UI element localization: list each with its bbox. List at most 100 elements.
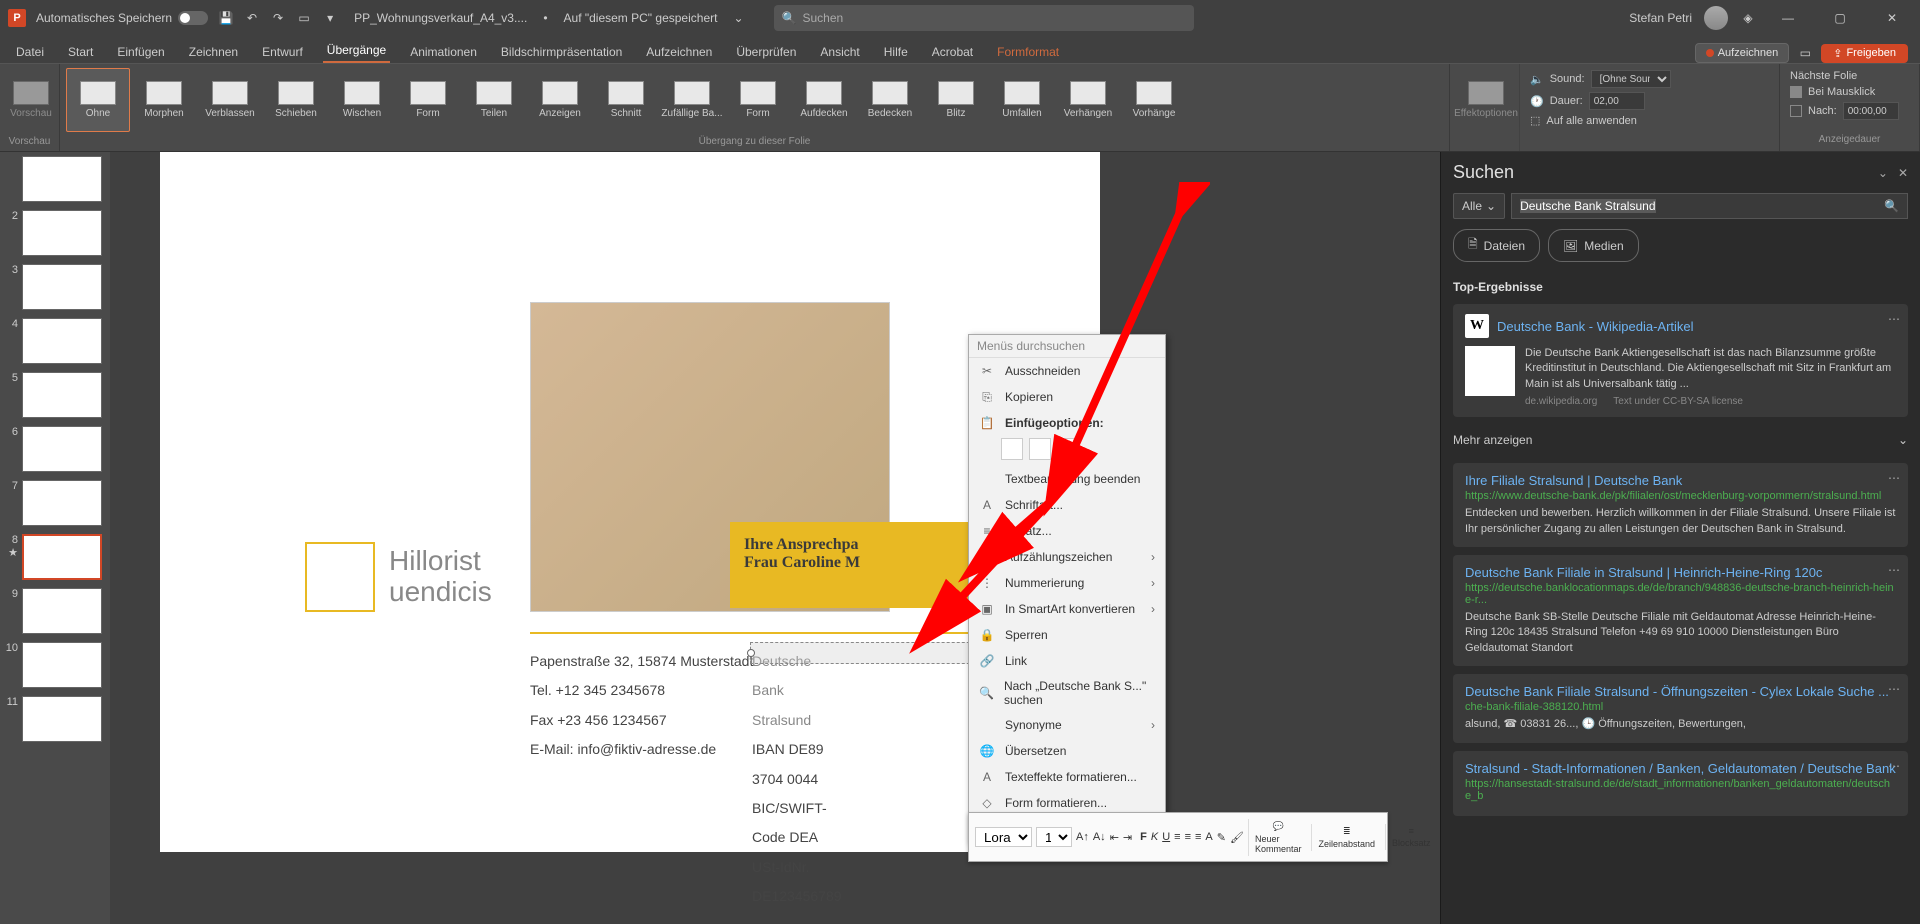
selected-textbox-handles[interactable] (750, 642, 990, 664)
nach-row[interactable]: Nach: (1790, 102, 1909, 120)
font-size-select[interactable]: 11 (1036, 827, 1072, 847)
share-button[interactable]: ⇪Freigeben (1821, 44, 1908, 63)
redo-icon[interactable]: ↷ (270, 10, 286, 26)
slide-thumb-10[interactable] (22, 642, 102, 688)
mehr-anzeigen-button[interactable]: Mehr anzeigen ⌄ (1453, 427, 1908, 453)
transition-ohne[interactable]: Ohne (66, 68, 130, 132)
slide-thumb-9[interactable] (22, 588, 102, 634)
tab-aufzeichnen[interactable]: Aufzeichnen (642, 41, 716, 63)
transition-aufdecken[interactable]: Aufdecken (792, 68, 856, 132)
decrease-font-icon[interactable]: A↓ (1093, 828, 1106, 846)
toggle-switch[interactable] (178, 11, 208, 25)
slide-thumb-4[interactable] (22, 318, 102, 364)
alle-anwenden-row[interactable]: ⬚ Auf alle anwenden (1530, 114, 1769, 127)
tab-entwurf[interactable]: Entwurf (258, 41, 307, 63)
search-icon[interactable]: 🔍 (1884, 199, 1899, 213)
blocksatz-button[interactable]: ≡Blocksatz (1385, 824, 1437, 850)
present-mode-icon[interactable]: ▭ (1797, 45, 1813, 61)
transition-form[interactable]: Form (396, 68, 460, 132)
transition-zufaellige[interactable]: Zufällige Ba... (660, 68, 724, 132)
global-search-box[interactable]: 🔍 Suchen (774, 5, 1194, 31)
slide-thumb-1[interactable] (22, 156, 102, 202)
ctx-uebersetzen[interactable]: 🌐Übersetzen (969, 738, 1165, 764)
format-painter-icon[interactable]: 🖌 (1230, 828, 1244, 846)
ctx-schriftart[interactable]: ASchriftart... (969, 492, 1165, 518)
mausklick-row[interactable]: Bei Mausklick (1790, 86, 1909, 98)
italic-icon[interactable]: K (1151, 828, 1158, 846)
ctx-kopieren[interactable]: ⎘Kopieren (969, 384, 1165, 410)
pill-dateien[interactable]: 🗎Dateien (1453, 229, 1540, 262)
align-right-icon[interactable]: ≡ (1195, 828, 1201, 846)
transition-verblassen[interactable]: Verblassen (198, 68, 262, 132)
tab-formformat[interactable]: Formformat (993, 41, 1063, 63)
slide-thumb-5[interactable] (22, 372, 102, 418)
search-result-2[interactable]: ⋯ Deutsche Bank Filiale Stralsund - Öffn… (1453, 674, 1908, 742)
transition-anzeigen[interactable]: Anzeigen (528, 68, 592, 132)
decrease-indent-icon[interactable]: ⇤ (1110, 828, 1119, 846)
slide-thumb-11[interactable] (22, 696, 102, 742)
minimize-button[interactable]: — (1768, 3, 1808, 33)
highlight-icon[interactable]: ✎ (1217, 828, 1226, 846)
ctx-suchen[interactable]: 🔍Nach „Deutsche Bank S..." suchen (969, 674, 1165, 712)
slide-thumb-2[interactable] (22, 210, 102, 256)
transition-teilen[interactable]: Teilen (462, 68, 526, 132)
font-color-icon[interactable]: A (1205, 828, 1212, 846)
search-filter-dropdown[interactable]: Alle ⌄ (1453, 193, 1505, 219)
ctx-ausschneiden[interactable]: ✂Ausschneiden (969, 358, 1165, 384)
tab-start[interactable]: Start (64, 41, 97, 63)
paste-option-1[interactable] (1001, 438, 1023, 460)
paste-option-3[interactable] (1057, 438, 1079, 460)
more-icon[interactable]: ⋯ (1888, 759, 1900, 773)
neuer-kommentar-button[interactable]: 💬Neuer Kommentar (1248, 819, 1308, 856)
ctx-search-box[interactable]: Menüs durchsuchen (969, 335, 1165, 358)
paste-option-2[interactable] (1029, 438, 1051, 460)
pill-medien[interactable]: 🖼Medien (1548, 229, 1639, 262)
sound-select[interactable]: [Ohne Sound] (1591, 70, 1671, 88)
transition-bedecken[interactable]: Bedecken (858, 68, 922, 132)
ctx-aufzaehlung[interactable]: ⋮Aufzählungszeichen (969, 544, 1165, 570)
transition-schieben[interactable]: Schieben (264, 68, 328, 132)
slide-thumbnails[interactable]: 2 3 4 5 6 7 8★ 9 10 11 (0, 152, 110, 924)
save-icon[interactable]: 💾 (218, 10, 234, 26)
diamond-icon[interactable]: ◈ (1740, 10, 1756, 26)
mausklick-checkbox[interactable] (1790, 86, 1802, 98)
transition-vorhaenge[interactable]: Vorhänge (1122, 68, 1186, 132)
tab-uebergaenge[interactable]: Übergänge (323, 39, 390, 63)
chevron-down-icon[interactable]: ⌄ (733, 11, 743, 25)
nach-input[interactable] (1843, 102, 1899, 120)
increase-indent-icon[interactable]: ⇥ (1123, 828, 1132, 846)
close-icon[interactable]: ✕ (1898, 166, 1908, 180)
transition-verhaengen[interactable]: Verhängen (1056, 68, 1120, 132)
user-avatar[interactable] (1704, 6, 1728, 30)
more-icon[interactable]: ⋯ (1888, 563, 1900, 577)
tab-zeichnen[interactable]: Zeichnen (185, 41, 242, 63)
ctx-absatz[interactable]: ≡Absatz... (969, 518, 1165, 544)
ctx-nummerierung[interactable]: ⋮Nummerierung (969, 570, 1165, 596)
tab-hilfe[interactable]: Hilfe (880, 41, 912, 63)
nach-checkbox[interactable] (1790, 105, 1802, 117)
search-input[interactable]: Deutsche Bank Stralsund 🔍 (1511, 193, 1908, 219)
tab-ansicht[interactable]: Ansicht (816, 41, 863, 63)
dauer-input[interactable] (1589, 92, 1645, 110)
bold-icon[interactable]: F (1140, 828, 1147, 846)
ctx-synonyme[interactable]: Synonyme (969, 712, 1165, 738)
align-left-icon[interactable]: ≡ (1174, 828, 1180, 846)
tab-bildschirm[interactable]: Bildschirmpräsentation (497, 41, 626, 63)
slide-canvas[interactable]: Ihre Ansprechpa Frau Caroline M Hilloris… (110, 152, 1440, 924)
vorschau-button[interactable]: Vorschau (6, 68, 56, 132)
slide-thumb-8[interactable] (22, 534, 102, 580)
search-result-0[interactable]: ⋯ Ihre Filiale Stralsund | Deutsche Bank… (1453, 463, 1908, 547)
dropdown-icon[interactable]: ▾ (322, 10, 338, 26)
undo-icon[interactable]: ↶ (244, 10, 260, 26)
restore-button[interactable]: ▢ (1820, 3, 1860, 33)
transition-form2[interactable]: Form (726, 68, 790, 132)
ctx-sperren[interactable]: 🔒Sperren (969, 622, 1165, 648)
tab-animationen[interactable]: Animationen (406, 41, 481, 63)
more-icon[interactable]: ⋯ (1888, 471, 1900, 485)
tab-einfuegen[interactable]: Einfügen (113, 41, 168, 63)
slide-thumb-7[interactable] (22, 480, 102, 526)
slide-thumb-3[interactable] (22, 264, 102, 310)
transition-schnitt[interactable]: Schnitt (594, 68, 658, 132)
zeilenabstand-button[interactable]: ≣Zeilenabstand (1311, 824, 1381, 851)
ctx-texteffekte[interactable]: ATexteffekte formatieren... (969, 764, 1165, 790)
